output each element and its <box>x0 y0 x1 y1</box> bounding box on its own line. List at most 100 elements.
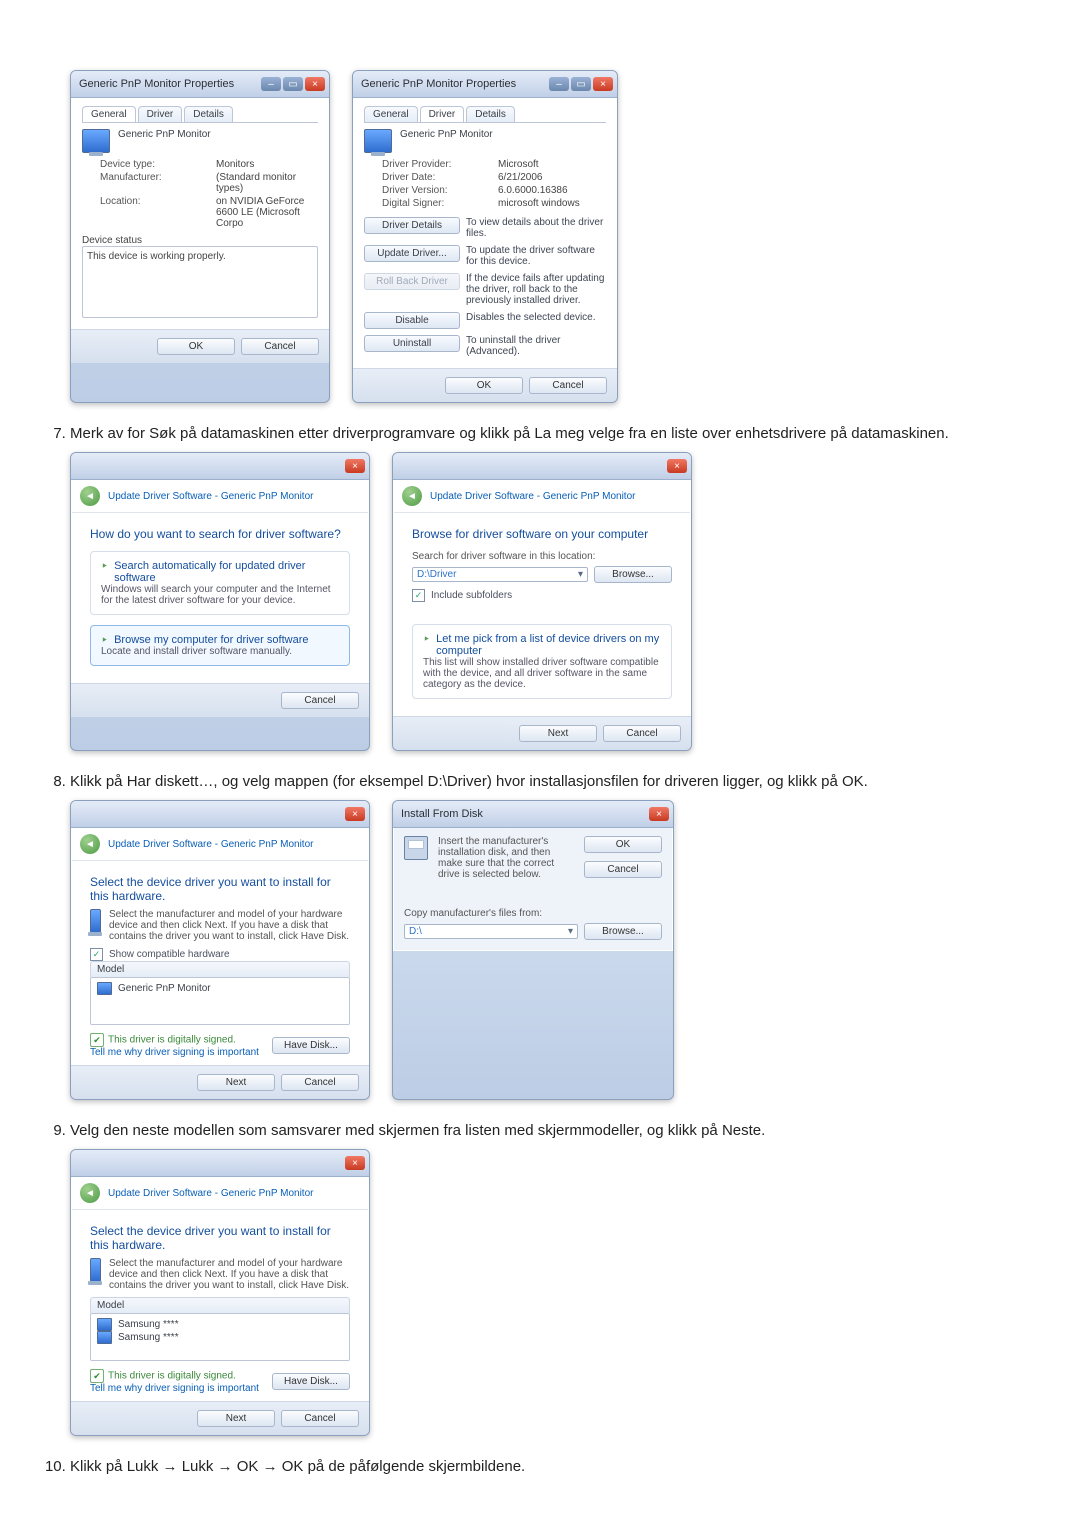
tab-general[interactable]: General <box>82 106 136 122</box>
step-7: Merk av for Søk på datamaskinen etter dr… <box>70 425 1040 751</box>
disable-button[interactable]: Disable <box>364 312 460 329</box>
step-8: Klikk på Har diskett…, og velg mappen (f… <box>70 773 1040 1100</box>
driver-details-desc: To view details about the driver files. <box>466 217 606 239</box>
value-digital-signer: microsoft windows <box>498 198 606 209</box>
maximize-icon[interactable]: ▭ <box>283 77 303 91</box>
have-disk-button[interactable]: Have Disk... <box>272 1037 350 1054</box>
signing-info-link[interactable]: Tell me why driver signing is important <box>90 1383 259 1394</box>
label-driver-date: Driver Date: <box>382 172 492 183</box>
ok-button[interactable]: OK <box>445 377 523 394</box>
update-driver-button[interactable]: Update Driver... <box>364 245 460 262</box>
show-compatible-checkbox[interactable]: ✓Show compatible hardware <box>90 948 350 961</box>
label-device-type: Device type: <box>100 159 210 170</box>
next-button[interactable]: Next <box>519 725 597 742</box>
label-device-status: Device status <box>82 235 318 246</box>
signing-info-link[interactable]: Tell me why driver signing is important <box>90 1047 259 1058</box>
driver-signed-status: ✔This driver is digitally signed. <box>90 1033 259 1047</box>
uninstall-button[interactable]: Uninstall <box>364 335 460 352</box>
breadcrumb: Update Driver Software - Generic PnP Mon… <box>430 491 635 502</box>
cancel-button[interactable]: Cancel <box>281 692 359 709</box>
monitor-icon <box>364 129 392 153</box>
close-icon[interactable]: × <box>667 459 687 473</box>
back-icon[interactable]: ◄ <box>402 486 422 506</box>
device-header: Generic PnP Monitor <box>400 129 493 140</box>
monitor-icon <box>97 1331 112 1344</box>
value-driver-date: 6/21/2006 <box>498 172 606 183</box>
driver-details-button[interactable]: Driver Details <box>364 217 460 234</box>
tab-details[interactable]: Details <box>184 106 233 122</box>
tab-driver[interactable]: Driver <box>420 106 465 122</box>
ok-button[interactable]: OK <box>157 338 235 355</box>
tab-details[interactable]: Details <box>466 106 515 122</box>
label-digital-signer: Digital Signer: <box>382 198 492 209</box>
back-icon[interactable]: ◄ <box>80 1183 100 1203</box>
monitor-properties-general-window: Generic PnP Monitor Properties – ▭ × Gen… <box>70 70 330 403</box>
close-icon[interactable]: × <box>345 459 365 473</box>
tab-driver[interactable]: Driver <box>138 106 183 122</box>
update-driver-desc: To update the driver software for this d… <box>466 245 606 267</box>
search-path-dropdown[interactable]: D:\Driver▾ <box>412 567 588 582</box>
close-icon[interactable]: × <box>305 77 325 91</box>
model-list[interactable]: Generic PnP Monitor <box>90 977 350 1025</box>
tab-general[interactable]: General <box>364 106 418 122</box>
close-icon[interactable]: × <box>593 77 613 91</box>
option-browse-computer[interactable]: Browse my computer for driver software L… <box>90 625 350 666</box>
back-icon[interactable]: ◄ <box>80 486 100 506</box>
monitor-properties-driver-window: Generic PnP Monitor Properties – ▭ × Gen… <box>352 70 618 403</box>
model-list[interactable]: Samsung **** Samsung **** <box>90 1313 350 1361</box>
label-location: Location: <box>100 196 210 229</box>
close-icon[interactable]: × <box>649 807 669 821</box>
maximize-icon[interactable]: ▭ <box>571 77 591 91</box>
model-header: Model <box>90 961 350 977</box>
select-driver-window: × ◄ Update Driver Software - Generic PnP… <box>70 800 370 1100</box>
wizard-heading: Select the device driver you want to ins… <box>90 1224 350 1252</box>
option-search-auto[interactable]: Search automatically for updated driver … <box>90 551 350 615</box>
back-icon[interactable]: ◄ <box>80 834 100 854</box>
update-driver-search-window: × ◄ Update Driver Software - Generic PnP… <box>70 452 370 751</box>
list-item[interactable]: Generic PnP Monitor <box>97 982 343 995</box>
step-10: Klikk på Lukk → Lukk → OK → OK på de påf… <box>70 1458 1040 1475</box>
cancel-button[interactable]: Cancel <box>529 377 607 394</box>
cancel-button[interactable]: Cancel <box>281 1410 359 1427</box>
minimize-icon[interactable]: – <box>261 77 281 91</box>
close-icon[interactable]: × <box>345 1156 365 1170</box>
step-9: Velg den neste modellen som samsvarer me… <box>70 1122 1040 1436</box>
option-pick-from-list[interactable]: Let me pick from a list of device driver… <box>412 624 672 699</box>
cancel-button[interactable]: Cancel <box>241 338 319 355</box>
breadcrumb: Update Driver Software - Generic PnP Mon… <box>108 491 313 502</box>
close-icon[interactable]: × <box>345 807 365 821</box>
minimize-icon[interactable]: – <box>549 77 569 91</box>
monitor-icon <box>90 1258 101 1282</box>
browse-button[interactable]: Browse... <box>584 923 662 940</box>
disable-desc: Disables the selected device. <box>466 312 606 323</box>
roll-back-driver-desc: If the device fails after updating the d… <box>466 273 606 306</box>
browse-button[interactable]: Browse... <box>594 566 672 583</box>
have-disk-button[interactable]: Have Disk... <box>272 1373 350 1390</box>
include-subfolders-checkbox[interactable]: ✓Include subfolders <box>412 589 672 602</box>
cancel-button[interactable]: Cancel <box>603 725 681 742</box>
breadcrumb: Update Driver Software - Generic PnP Mon… <box>108 839 313 850</box>
window-title: Generic PnP Monitor Properties <box>361 78 516 90</box>
monitor-icon <box>97 982 112 995</box>
device-header: Generic PnP Monitor <box>118 129 211 140</box>
dialog-message: Insert the manufacturer's installation d… <box>438 836 574 880</box>
monitor-icon <box>97 1318 112 1331</box>
copy-path-dropdown[interactable]: D:\▾ <box>404 924 578 939</box>
wizard-hint: Select the manufacturer and model of you… <box>109 909 350 942</box>
next-button[interactable]: Next <box>197 1074 275 1091</box>
monitor-icon <box>82 129 110 153</box>
document-page: Generic PnP Monitor Properties – ▭ × Gen… <box>0 0 1080 1525</box>
cancel-button[interactable]: Cancel <box>281 1074 359 1091</box>
value-device-type: Monitors <box>216 159 318 170</box>
list-item[interactable]: Samsung **** <box>97 1318 343 1331</box>
monitor-icon <box>90 909 101 933</box>
copy-from-label: Copy manufacturer's files from: <box>404 908 662 919</box>
cancel-button[interactable]: Cancel <box>584 861 662 878</box>
install-from-disk-dialog: Install From Disk × Insert the manufactu… <box>392 800 674 1100</box>
next-button[interactable]: Next <box>197 1410 275 1427</box>
label-driver-version: Driver Version: <box>382 185 492 196</box>
uninstall-desc: To uninstall the driver (Advanced). <box>466 335 606 357</box>
ok-button[interactable]: OK <box>584 836 662 853</box>
roll-back-driver-button: Roll Back Driver <box>364 273 460 290</box>
list-item[interactable]: Samsung **** <box>97 1331 343 1344</box>
